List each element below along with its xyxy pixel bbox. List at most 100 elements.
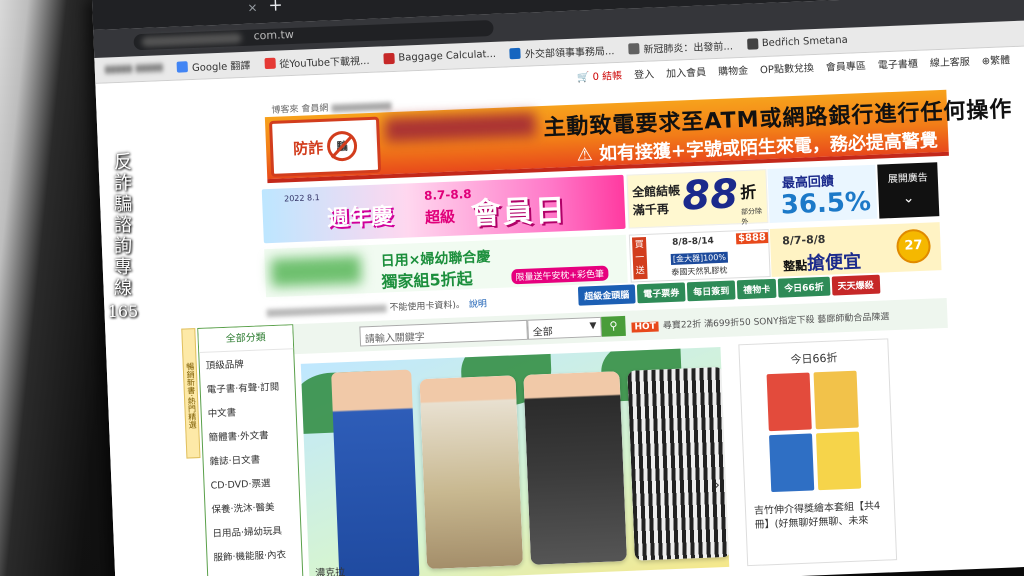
quick-link-pill[interactable]: 今日66折 bbox=[777, 276, 831, 298]
bookmark-covid[interactable]: 新冠肺炎：出發前... bbox=[628, 37, 733, 56]
google-translate-icon bbox=[176, 61, 189, 73]
book-cover bbox=[815, 431, 862, 491]
url-suffix: com.tw bbox=[253, 27, 295, 43]
promo2-line2: 獨家組5折起 bbox=[381, 268, 474, 292]
product-photo bbox=[627, 366, 730, 561]
discount-88-banner[interactable]: 全館結帳 滿千再 88 折 部分除外 bbox=[626, 169, 769, 229]
search-category-select[interactable]: 全部 ▼ bbox=[527, 316, 602, 340]
caption-char: 反 bbox=[114, 152, 132, 173]
new-tab-icon[interactable]: + bbox=[268, 0, 283, 16]
caption-char: 專 bbox=[114, 257, 132, 278]
language-link[interactable]: ⊕繁體 bbox=[981, 51, 1011, 67]
login-link[interactable]: 登入 bbox=[634, 65, 654, 81]
hotline-number: 165 bbox=[107, 302, 139, 321]
product-photo bbox=[419, 375, 524, 570]
anti-fraud-logo-text: 防詐 bbox=[292, 138, 324, 158]
daily-discount-product-title[interactable]: 吉竹伸介得獎繪本套組【共4冊】(好無聊好無聊、未來 bbox=[754, 499, 889, 532]
bookmark-label: 新冠肺炎：出發前... bbox=[643, 41, 734, 56]
member-area-link[interactable]: 會員專區 bbox=[826, 57, 866, 74]
quick-link-pill[interactable]: 禮物卡 bbox=[736, 278, 777, 300]
search-button[interactable]: ⚲ bbox=[601, 315, 626, 337]
model-photo bbox=[331, 369, 420, 576]
notice-text: 不能使用卡資料)。 bbox=[389, 300, 466, 314]
airline-icon bbox=[383, 52, 395, 65]
daily-discount-title: 今日66折 bbox=[790, 351, 838, 367]
blurred-logo bbox=[270, 255, 362, 288]
coin-badge-icon: 27 bbox=[895, 228, 932, 264]
photo-stage: × + ⊘ ⋮ com.tw ▮▮▮▮▮ ▮▮▮▮▮ Google 翻譯 從Yo… bbox=[0, 0, 1024, 576]
pillow-deal-banner[interactable]: 買一送一 8/8-8/14 $888 [金大器]100% 泰國天然乳膠枕 bbox=[628, 229, 771, 289]
hot-tag: HOT bbox=[631, 321, 660, 333]
caption-char: 詐 bbox=[114, 173, 132, 194]
wiki-icon bbox=[746, 38, 759, 50]
hero-banner[interactable]: › 濃克拉 bbox=[300, 347, 730, 576]
category-menu: 全部分類 頂級品牌 電子書‧有聲‧訂閱 中文書 簡體書‧外文書 雜誌‧日文書 CD‧DVD… bbox=[197, 324, 304, 576]
quick-link-pill[interactable]: 超級金頭腦 bbox=[577, 284, 636, 306]
bookmark-baggage[interactable]: Baggage Calculat... bbox=[383, 49, 496, 65]
no-fraud-sign-text: 騙 bbox=[336, 139, 348, 154]
dropdown-arrow-icon: ▼ bbox=[589, 321, 597, 332]
youtube-icon bbox=[264, 57, 276, 70]
notice-help-link[interactable]: 說明 bbox=[469, 299, 487, 310]
bookmark-label: 外交部領事事務局... bbox=[524, 46, 615, 61]
cashback-banner[interactable]: 最高回饋 36.5% bbox=[767, 164, 878, 223]
hot-keywords[interactable]: HOT 尋寶22折 滿699折50 SONY指定下殺 藝廊師動合品陳選 bbox=[631, 309, 890, 333]
shopping-credit-link[interactable]: 購物金 bbox=[718, 61, 748, 77]
language-label: 繁體 bbox=[989, 54, 1011, 67]
bookmark-google-translate[interactable]: Google 翻譯 bbox=[176, 57, 251, 75]
pillow-deal-dates: 8/8-8/14 bbox=[672, 236, 715, 248]
caption-char: 騙 bbox=[114, 194, 132, 215]
product-card bbox=[523, 371, 627, 565]
bookmark-youtube-download[interactable]: 從YouTube下載視... bbox=[264, 52, 370, 71]
cart-label: 0 結帳 bbox=[592, 70, 623, 83]
join-member-link[interactable]: 加入會員 bbox=[666, 63, 706, 80]
hotline-caption: 反詐騙諮詢專線 165 bbox=[104, 152, 142, 322]
category-item[interactable]: 服飾‧機能服‧內衣 bbox=[207, 541, 302, 569]
pillow-deal-brand: [金大器]100% bbox=[670, 251, 729, 265]
ebook-shelf-link[interactable]: 電子書櫃 bbox=[877, 54, 918, 71]
product-card bbox=[627, 366, 730, 561]
hot-keywords-text: 尋寶22折 滿699折50 SONY指定下殺 藝廊師動合品陳選 bbox=[662, 312, 890, 332]
bookstore-site: 🛒 0 結帳 登入 加入會員 購物金 OP點數兌換 會員專區 電子書櫃 線上客服… bbox=[95, 45, 1024, 576]
op-points-link[interactable]: OP點數兌換 bbox=[760, 59, 814, 76]
book-cover bbox=[769, 433, 815, 493]
online-service-link[interactable]: 線上客服 bbox=[929, 52, 970, 69]
book-cover bbox=[766, 372, 812, 432]
bookmark-label: Google 翻譯 bbox=[191, 60, 251, 75]
quick-link-pill[interactable]: 天天爆殺 bbox=[831, 274, 881, 296]
promo-anniversary: 週年慶 bbox=[326, 204, 394, 232]
news-icon bbox=[628, 43, 640, 55]
boca-icon bbox=[509, 47, 522, 60]
buy-one-get-one-badge: 買一送一 bbox=[631, 236, 648, 289]
chevron-down-icon: ⌄ bbox=[902, 190, 915, 207]
cart-link[interactable]: 🛒 0 結帳 bbox=[577, 66, 623, 83]
book-set-image[interactable] bbox=[766, 370, 862, 493]
search-category-value: 全部 bbox=[532, 326, 553, 339]
caption-char: 諮 bbox=[114, 215, 132, 236]
anti-fraud-logo: 防詐 騙 bbox=[268, 116, 382, 177]
anniversary-banner[interactable]: 2022 8.1 週年慶 8.7-8.8 超級 會員日 bbox=[261, 174, 626, 244]
quick-link-pill[interactable]: 電子票券 bbox=[636, 282, 686, 304]
notice-line: 不能使用卡資料)。 說明 bbox=[266, 296, 487, 318]
deal-unit: 折 bbox=[739, 182, 757, 203]
daily-discount-panel: 今日66折 吉竹伸介得獎繪本套組【共4冊】(好無聊好無聊、未來 bbox=[738, 338, 898, 567]
carousel-next-icon[interactable]: › bbox=[714, 477, 720, 493]
expand-ads-button[interactable]: 展開廣告 ⌄ bbox=[877, 162, 940, 219]
promo-year: 2022 8.1 bbox=[283, 193, 320, 204]
bookmark-blurred[interactable]: ▮▮▮▮▮ ▮▮▮▮▮ bbox=[105, 62, 164, 75]
blurred-breadcrumb bbox=[331, 101, 392, 112]
tab-close-icon[interactable]: × bbox=[247, 0, 258, 14]
search-input[interactable]: 請輸入關鍵字 bbox=[359, 319, 528, 347]
blurred-url bbox=[141, 33, 242, 48]
promo-dates: 8.7-8.8 bbox=[423, 186, 472, 203]
bookmark-smetana[interactable]: Bedřich Smetana bbox=[746, 34, 849, 50]
quick-link-pill[interactable]: 每日簽到 bbox=[686, 280, 736, 302]
pillow-deal-product: 泰國天然乳膠枕 bbox=[671, 265, 728, 277]
bookmark-label: 從YouTube下載視... bbox=[279, 55, 370, 71]
bookmark-boca[interactable]: 外交部領事事務局... bbox=[509, 42, 615, 61]
bookmark-label: Bedřich Smetana bbox=[761, 34, 849, 50]
promo2-tag: 限量送午安枕+彩色筆 bbox=[511, 265, 609, 285]
deal-line2: 滿千再 bbox=[632, 202, 670, 218]
daily-goods-banner[interactable]: 日用×婦幼聯合慶 獨家組5折起 限量送午安枕+彩色筆 bbox=[264, 234, 628, 298]
flash-sale-banner[interactable]: 8/7-8/8 整點搶便宜 27 bbox=[769, 222, 942, 277]
